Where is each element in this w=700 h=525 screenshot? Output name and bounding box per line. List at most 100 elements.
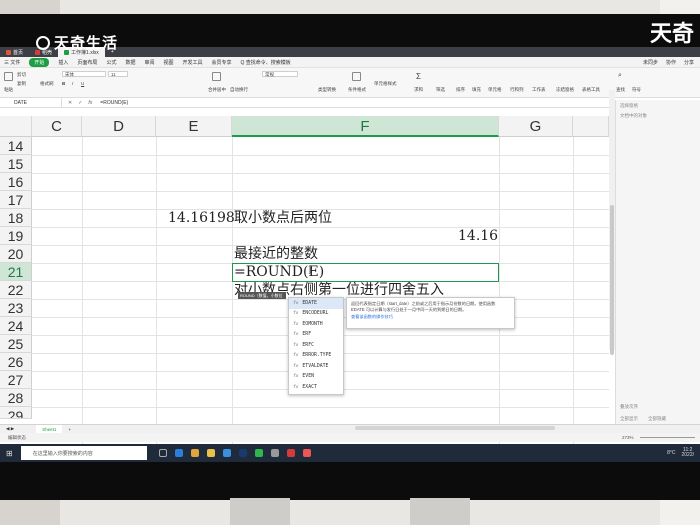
fx-icon[interactable]: fx [88,100,92,106]
row-header-16[interactable]: 16 [0,173,32,191]
italic-button[interactable]: I [72,81,73,86]
menu-start[interactable]: 开始 [29,57,50,67]
filter-button[interactable]: 筛选 [436,87,445,93]
row-header-21[interactable]: 21 [0,263,32,281]
clock[interactable]: 11:2 2022/ [681,448,694,458]
row-header-23[interactable]: 23 [0,299,32,317]
find-button[interactable]: 查找 [616,87,625,93]
corner-cell[interactable] [0,116,32,137]
menu-view[interactable]: 视图 [163,59,173,66]
menu-formulas[interactable]: 公式 [106,59,116,66]
autocomplete-item[interactable]: fx EVEN [289,372,343,383]
autocomplete-item[interactable]: fx ERF [289,330,343,341]
autocomplete-item[interactable]: fx EXACT [289,382,343,393]
menu-page-layout[interactable]: 页面布局 [77,59,97,66]
cell-style-button[interactable]: 单元格样式 [374,81,397,87]
app-icon[interactable] [270,449,279,457]
app-icon[interactable] [222,449,231,457]
fill-button[interactable]: 填充 [472,87,481,93]
wps-icon[interactable] [286,449,295,457]
underline-button[interactable]: U [81,81,84,86]
function-autocomplete-list[interactable]: fx EDATE fx ENCODEURL fx EOMONTH fx ERF fx ER… [288,297,344,395]
font-family-select[interactable]: 宋体 [62,71,106,77]
column-header-h[interactable] [573,116,609,137]
merge-center-button[interactable]: 合并居中 [208,87,226,93]
table-tools-button[interactable]: 表格工具 [582,87,600,93]
show-all-button[interactable]: 全部显示 [620,416,638,422]
row-header-25[interactable]: 25 [0,335,32,353]
autocomplete-item[interactable]: fx ETVALDATE [289,361,343,372]
autocomplete-item[interactable]: fx EOMONTH [289,319,343,330]
name-box[interactable]: DATE [0,97,62,108]
autocomplete-item[interactable]: fx ERROR.TYPE [289,351,343,362]
menu-data[interactable]: 数据 [125,59,135,66]
zoom-level[interactable]: 273% [622,435,634,440]
number-format-select[interactable]: 常规 [262,71,298,77]
autocomplete-item[interactable]: fx ERFC [289,340,343,351]
menu-developer[interactable]: 开发工具 [183,59,203,66]
horizontal-scrollbar[interactable] [355,426,555,430]
tab-home[interactable]: 首页 [0,47,29,57]
task-view-icon[interactable] [158,449,167,457]
row-header-29[interactable]: 29 [0,407,32,419]
taskbar-search-input[interactable]: 在这里输入你要搜索的内容 [20,446,147,460]
row-header-14[interactable]: 14 [0,137,32,155]
sync-status[interactable]: 未同步 [643,59,658,66]
row-header-18[interactable]: 18 [0,209,32,227]
column-header-d[interactable]: D [82,116,156,137]
conditional-format-button[interactable]: 条件格式 [348,87,366,93]
photoshop-icon[interactable] [238,449,247,457]
cell-e18[interactable]: 14.16198 [168,209,235,227]
row-header-28[interactable]: 28 [0,389,32,407]
menu-member[interactable]: 会员专享 [212,59,232,66]
hide-all-button[interactable]: 全部隐藏 [648,416,666,422]
cell-f18[interactable]: 取小数点后两位 [234,209,332,227]
row-header-17[interactable]: 17 [0,191,32,209]
row-header-15[interactable]: 15 [0,155,32,173]
column-header-g[interactable]: G [499,116,573,137]
cell-f20[interactable]: 最接近的整数 [234,245,318,263]
row-header-22[interactable]: 22 [0,281,32,299]
sheet-nav-icon[interactable]: ◀ ▶ [6,426,14,432]
symbol-button[interactable]: 符号 [632,87,641,93]
column-header-e[interactable]: E [156,116,232,137]
merge-icon[interactable] [212,72,221,81]
collaborate-button[interactable]: 协作 [666,59,676,66]
windows-start-icon[interactable]: ⊞ [6,449,13,458]
sort-button[interactable]: 排序 [456,87,465,93]
row-header-26[interactable]: 26 [0,353,32,371]
vertical-scroll-thumb[interactable] [610,205,614,355]
app-icon[interactable] [302,449,311,457]
row-header-27[interactable]: 27 [0,371,32,389]
copy-button[interactable]: 复制 [17,81,26,87]
sheet-button[interactable]: 工作表 [532,87,546,93]
type-convert-button[interactable]: 类型转换 [318,87,336,93]
row-header-20[interactable]: 20 [0,245,32,263]
cancel-icon[interactable]: ✕ [68,100,72,106]
column-header-f[interactable]: F [232,116,499,137]
autocomplete-item[interactable]: fx EDATE [289,298,343,309]
row-header-19[interactable]: 19 [0,227,32,245]
format-painter-button[interactable]: 格式刷 [40,81,54,87]
sum-icon[interactable]: Σ [416,72,421,81]
share-button[interactable]: 分享 [684,59,694,66]
paste-icon[interactable] [4,72,13,81]
cell-button[interactable]: 单元格 [488,87,502,93]
menu-file[interactable]: 三 文件 [4,59,20,66]
function-tips-link[interactable]: 查看该函数的操作技巧 [351,314,510,320]
cell-f19[interactable]: 14.16 [458,227,498,245]
menu-review[interactable]: 审阅 [144,59,154,66]
bold-button[interactable]: B [62,81,65,86]
command-search[interactable]: Q 查找命令、搜索模板 [241,59,291,66]
autocomplete-item[interactable]: fx ENCODEURL [289,309,343,320]
zoom-slider[interactable] [640,437,695,438]
weather-status[interactable]: 8°C [667,450,675,456]
freeze-button[interactable]: 冻结窗格 [556,87,574,93]
row-col-button[interactable]: 行和列 [510,87,524,93]
spreadsheet-grid[interactable]: C D E F G 14 15 16 17 18 19 20 21 22 23 … [0,116,609,462]
conditional-format-icon[interactable] [352,72,361,81]
font-size-select[interactable]: 11 [108,71,128,77]
formula-input[interactable]: =ROUND(E) [98,100,128,106]
add-sheet-button[interactable]: + [68,427,71,432]
wrap-text-button[interactable]: 自动换行 [230,87,248,93]
